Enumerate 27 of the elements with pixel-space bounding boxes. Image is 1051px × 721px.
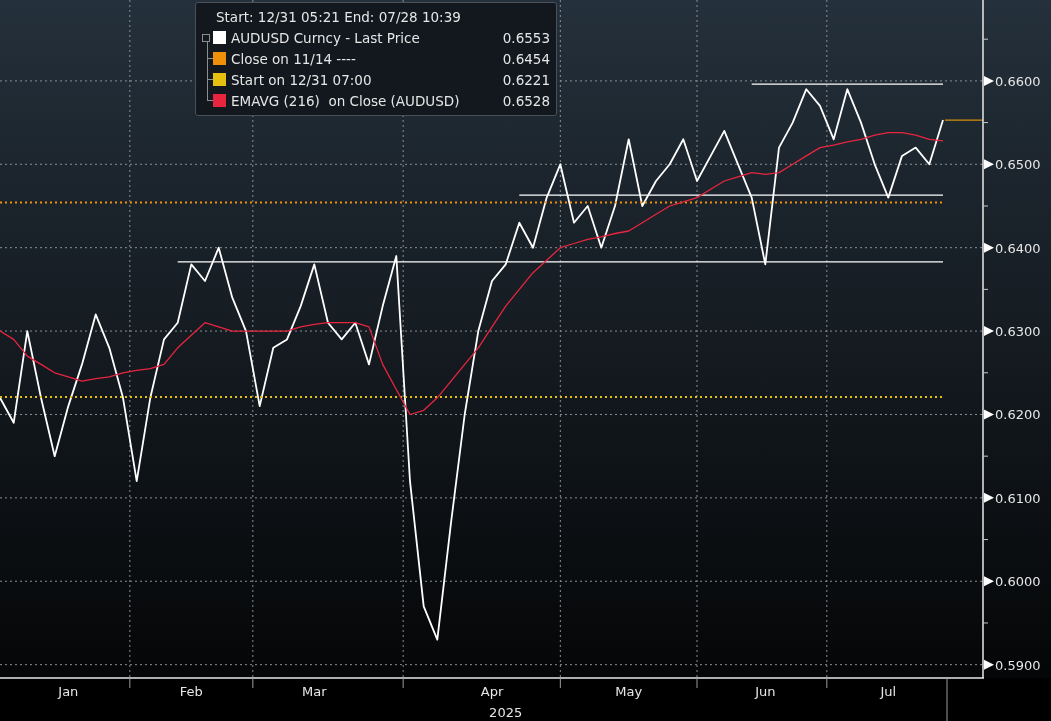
month-label: Jul <box>880 684 897 699</box>
legend-label: Close on 11/14 ---- <box>231 50 357 67</box>
legend-value: 0.6454 <box>502 50 550 67</box>
month-label: May <box>615 684 643 699</box>
month-label: Apr <box>480 684 504 699</box>
legend-value: 0.6221 <box>502 71 550 88</box>
axis-label: 0.6100 <box>995 490 1041 506</box>
axis-label: 0.6000 <box>995 574 1041 590</box>
axis-label: 0.6600 <box>995 73 1041 89</box>
axis-label: 0.6300 <box>995 324 1041 340</box>
last-price-marker <box>944 119 984 121</box>
month-label: Mar <box>302 684 327 699</box>
axis-label: 0.6200 <box>995 407 1041 423</box>
legend-value: 0.6553 <box>502 29 550 46</box>
legend-label: AUDUSD Curncy - Last Price <box>231 29 421 46</box>
legend-label: EMAVG (216) on Close (AUDUSD) <box>231 92 461 109</box>
month-label: Feb <box>179 684 203 699</box>
legend-value: 0.6528 <box>502 92 550 109</box>
month-label: Jan <box>58 684 79 699</box>
year-label: 2025 <box>489 705 523 720</box>
axis-label: 0.5900 <box>995 657 1041 673</box>
collapse-icon[interactable] <box>202 33 210 42</box>
axis-label: 0.6400 <box>995 240 1041 256</box>
month-label: Jun <box>755 684 776 699</box>
axis-label: 0.6500 <box>995 157 1041 173</box>
legend-label: Start on 12/31 07:00 <box>231 71 373 88</box>
legend-header: Start: 12/31 05:21 End: 07/28 10:39 <box>215 8 462 27</box>
